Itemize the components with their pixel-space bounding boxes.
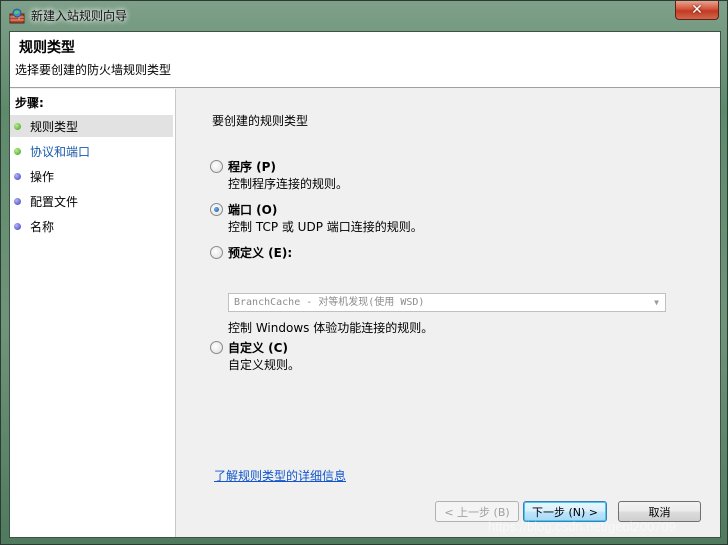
step-status-dot-icon xyxy=(14,222,21,230)
option-description: 控制 TCP 或 UDP 端口连接的规则。 xyxy=(228,220,423,234)
option-description: 控制 Windows 体验功能连接的规则。 xyxy=(228,321,434,335)
page-subtitle: 选择要创建的防火墙规则类型 xyxy=(15,63,172,77)
step-protocol-ports[interactable]: 协议和端口 xyxy=(10,140,173,162)
wizard-header: 规则类型 选择要创建的防火墙规则类型 xyxy=(10,32,720,88)
option-label[interactable]: 预定义 (E): xyxy=(228,244,292,261)
step-name[interactable]: 名称 xyxy=(10,215,173,237)
step-status-dot-icon xyxy=(14,147,21,155)
steps-title: 步骤: xyxy=(15,96,44,110)
step-label: 操作 xyxy=(30,169,55,184)
title-bar[interactable]: 新建入站规则向导 ✕ xyxy=(1,1,728,31)
predefined-select-value: BranchCache - 对等机发现(使用 WSD) xyxy=(234,297,425,308)
steps-panel: 步骤: 规则类型 协议和端口 操作 配置文件 名称 xyxy=(10,89,176,537)
option-label[interactable]: 程序 (P) xyxy=(228,158,276,175)
close-button[interactable]: ✕ xyxy=(675,1,719,20)
custom-radio[interactable] xyxy=(210,341,223,354)
step-status-dot-icon xyxy=(14,197,21,205)
main-panel: 要创建的规则类型 程序 (P) 控制程序连接的规则。 端口 (O) 控制 TCP… xyxy=(177,89,720,537)
step-rule-type[interactable]: 规则类型 xyxy=(10,115,173,137)
step-action[interactable]: 操作 xyxy=(10,165,173,187)
close-icon: ✕ xyxy=(691,2,703,18)
window-frame: 新建入站规则向导 ✕ 规则类型 选择要创建的防火墙规则类型 步骤: 规则类型 协… xyxy=(0,0,728,545)
window-title: 新建入站规则向导 xyxy=(31,9,128,23)
firewall-app-icon xyxy=(9,8,25,24)
step-label: 协议和端口 xyxy=(30,144,91,159)
step-status-dot-icon xyxy=(14,172,21,180)
option-label[interactable]: 自定义 (C) xyxy=(228,339,288,356)
step-label: 规则类型 xyxy=(30,119,79,134)
step-label: 配置文件 xyxy=(30,194,79,209)
option-description: 自定义规则。 xyxy=(228,358,301,372)
page-title: 规则类型 xyxy=(19,40,75,56)
option-label[interactable]: 端口 (O) xyxy=(228,201,277,218)
predefined-select[interactable]: BranchCache - 对等机发现(使用 WSD) ▼ xyxy=(228,293,666,312)
wizard-client-area: 规则类型 选择要创建的防火墙规则类型 步骤: 规则类型 协议和端口 操作 配置文… xyxy=(9,31,721,538)
step-profile[interactable]: 配置文件 xyxy=(10,190,173,212)
option-description: 控制程序连接的规则。 xyxy=(228,177,349,191)
program-radio[interactable] xyxy=(210,160,223,173)
watermark: https://blog.csdn.net/geol200709 xyxy=(488,519,676,534)
port-radio[interactable] xyxy=(210,203,223,216)
step-status-dot-icon xyxy=(14,122,21,130)
step-label: 名称 xyxy=(30,219,55,234)
rule-type-help-link[interactable]: 了解规则类型的详细信息 xyxy=(214,467,346,484)
predefined-radio[interactable] xyxy=(210,246,223,259)
chevron-down-icon[interactable]: ▼ xyxy=(648,294,665,311)
rule-type-question: 要创建的规则类型 xyxy=(212,114,309,128)
